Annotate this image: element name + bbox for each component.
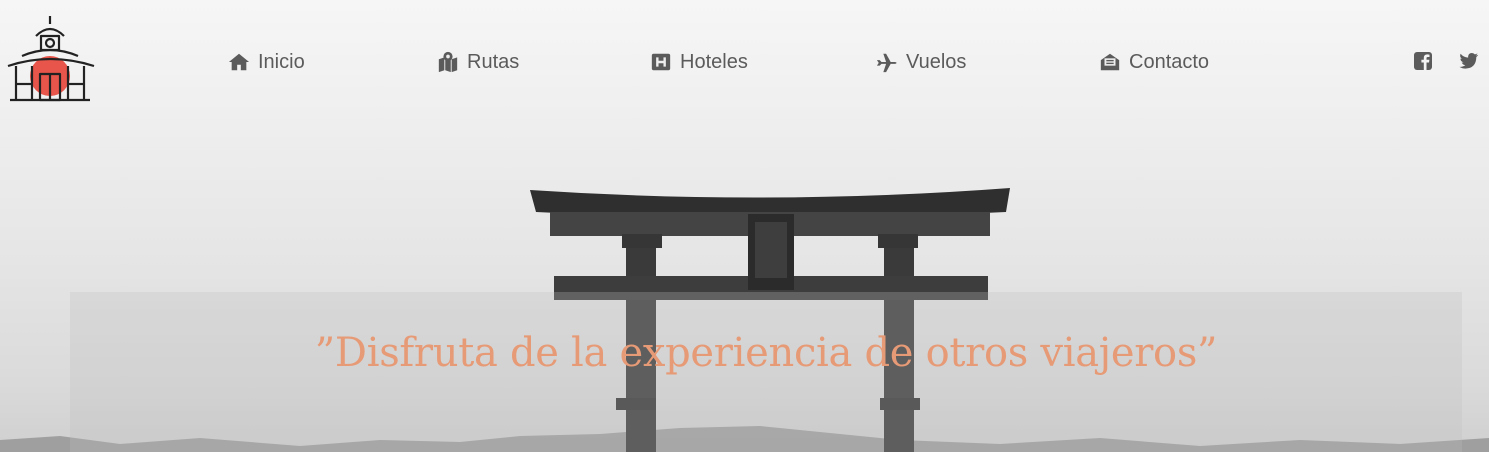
plane-icon [876,53,897,73]
pagoda-logo-icon[interactable] [6,14,96,104]
nav-item-label: Vuelos [906,50,967,73]
nav-item-inicio[interactable]: Inicio [228,50,305,74]
nav-item-label: Rutas [467,50,520,73]
envelope-open-icon [1100,53,1120,71]
map-marker-icon [438,51,458,73]
nav-item-rutas[interactable]: Rutas [437,50,519,74]
nav-item-label: Inicio [258,50,305,73]
twitter-icon[interactable] [1459,51,1479,71]
top-navigation-bar: Inicio Rutas Hoteles Vuelos Contacto [0,0,1489,125]
facebook-icon[interactable] [1413,51,1433,71]
nav-item-label: Contacto [1129,50,1210,73]
hotel-h-icon [651,53,671,71]
home-icon [228,53,250,71]
nav-item-label: Hoteles [680,50,748,73]
nav-item-hoteles[interactable]: Hoteles [650,50,748,74]
nav-item-vuelos[interactable]: Vuelos [876,50,966,74]
nav-item-contacto[interactable]: Contacto [1099,50,1209,74]
hero-quote: ”Disfruta de la experiencia de otros via… [314,330,1218,376]
